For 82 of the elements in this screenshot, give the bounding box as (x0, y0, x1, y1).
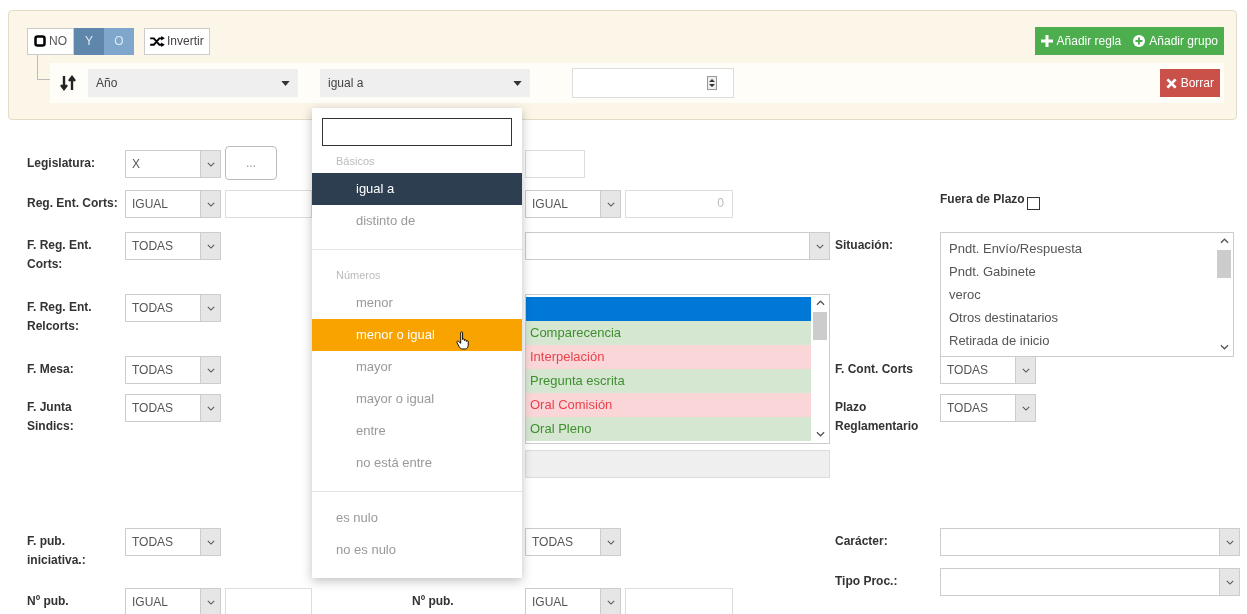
list-option[interactable]: veroc (949, 283, 1207, 306)
search-field[interactable] (322, 118, 512, 146)
dropdown[interactable]: TODAS (125, 294, 221, 322)
list-option[interactable]: Pndt. Envío/Respuesta (949, 237, 1207, 260)
field-dropdown[interactable]: Año (88, 69, 298, 97)
field-label: F. Reg. Ent. Corts: (27, 237, 93, 273)
field-label: F. pub. iniciativa.: (27, 533, 87, 569)
field-label: Tipo Proc.: (835, 573, 899, 590)
dropdown[interactable] (525, 232, 830, 260)
dropdown[interactable] (940, 528, 1240, 556)
chevron-icon (1015, 395, 1035, 421)
input-field[interactable] (225, 588, 312, 614)
chevron-icon (200, 395, 220, 421)
sort-arrows-icon (60, 75, 76, 91)
field-label: Reg. Ent. Corts: (27, 195, 119, 212)
dropdown[interactable]: TODAS (125, 528, 221, 556)
menu-item[interactable]: igual a (312, 173, 522, 205)
spinner-icon (707, 76, 717, 90)
chevron-icon (200, 529, 220, 555)
field-label: Nº pub. (27, 593, 70, 610)
chevron-icon (600, 589, 620, 614)
chevron-icon (200, 233, 220, 259)
menu-group-header: Números (335, 268, 382, 283)
dropdown[interactable]: TODAS (125, 232, 221, 260)
chevron-up-icon[interactable] (815, 300, 825, 306)
field-label: Situación: (835, 237, 894, 254)
dropdown[interactable]: IGUAL (525, 190, 621, 218)
chevron-down-icon[interactable] (815, 431, 825, 437)
field-label: F. Cont. Corts (835, 361, 914, 378)
operator-dropdown[interactable]: igual a (320, 69, 530, 97)
chevron-icon (200, 589, 220, 614)
invert-button[interactable]: Invertir (144, 27, 210, 55)
chevron-icon (600, 191, 620, 217)
chevron-icon (809, 233, 829, 259)
hand-cursor-icon (456, 331, 471, 350)
checkbox-icon (34, 35, 46, 47)
menu-group-header: Básicos (335, 154, 376, 169)
field-label: Plazo Reglamentario (835, 399, 920, 435)
situation-listbox[interactable]: Pndt. Envío/Respuesta Pndt. Gabinete veroc Otros destinatarios Retirada de inicio (940, 232, 1234, 357)
input-field[interactable] (525, 150, 585, 178)
dropdown[interactable] (940, 568, 1240, 596)
chevron-icon (200, 191, 220, 217)
dropdown[interactable]: X (125, 150, 221, 178)
chevron-up-icon[interactable] (1219, 238, 1229, 244)
dropdown[interactable]: TODAS (125, 356, 221, 384)
chevron-icon (1219, 529, 1239, 555)
checkbox[interactable] (1026, 197, 1040, 210)
list-option[interactable]: Otros destinatarios (949, 306, 1207, 329)
field-label: F. Reg. Ent. Relcorts: (27, 299, 93, 335)
chevron-icon (200, 295, 220, 321)
dropdown[interactable]: IGUAL (125, 190, 221, 218)
not-toggle[interactable]: NO (27, 27, 74, 55)
close-icon (1165, 77, 1177, 89)
chevron-icon (1219, 569, 1239, 595)
dropdown[interactable]: IGUAL (525, 588, 621, 614)
checkbox-label: Fuera de Plazo (940, 191, 1025, 208)
dropdown[interactable]: TODAS (125, 394, 221, 422)
chevron-icon (600, 529, 620, 555)
list-option[interactable]: Pndt. Gabinete (949, 260, 1207, 283)
shuffle-icon (150, 35, 165, 47)
dropdown[interactable]: TODAS (525, 528, 621, 556)
field-label: F. Mesa: (27, 361, 75, 378)
plus-icon (1040, 35, 1053, 47)
input-field[interactable] (225, 190, 312, 218)
plus-circle-icon (1133, 35, 1146, 47)
field-label: Carácter: (835, 533, 889, 550)
chevron-icon (200, 151, 220, 177)
input-field[interactable] (625, 588, 733, 614)
number-field[interactable] (572, 68, 734, 98)
chevron-down-icon[interactable] (1219, 344, 1229, 350)
chevron-icon (1015, 357, 1035, 383)
caret-icon (513, 80, 522, 86)
caret-icon (281, 80, 290, 86)
field-label: F. Junta Sindics: (27, 399, 75, 435)
field-label: Nº pub. (412, 593, 455, 610)
dropdown[interactable]: IGUAL (125, 588, 221, 614)
delete-button[interactable]: Borrar (1159, 69, 1220, 97)
chevron-icon (200, 357, 220, 383)
dropdown[interactable]: TODAS (940, 356, 1036, 384)
field-label: Legislatura: (27, 155, 96, 172)
dropdown[interactable]: TODAS (940, 394, 1036, 422)
list-option[interactable]: Retirada de inicio (949, 329, 1207, 352)
